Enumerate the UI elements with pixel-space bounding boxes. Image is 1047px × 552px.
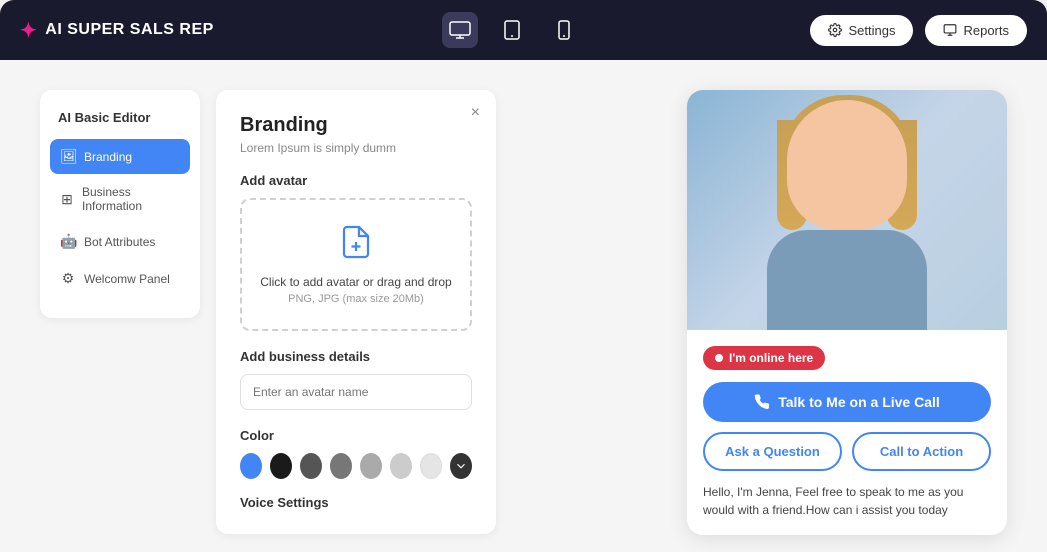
chat-preview: I'm online here Talk to Me on a Live Cal… xyxy=(687,90,1007,535)
chat-bottom: I'm online here Talk to Me on a Live Cal… xyxy=(687,330,1007,535)
close-button[interactable]: × xyxy=(471,104,480,122)
bot-icon: 🤖 xyxy=(60,233,76,250)
sidebar-item-bot-attributes[interactable]: 🤖 Bot Attributes xyxy=(50,224,190,259)
color-swatch-black[interactable] xyxy=(270,453,292,479)
avatar-upload-area[interactable]: Click to add avatar or drag and drop PNG… xyxy=(240,198,472,331)
color-swatch-blue[interactable] xyxy=(240,453,262,479)
avatar-name-input[interactable] xyxy=(240,374,472,410)
call-to-action-button[interactable]: Call to Action xyxy=(852,432,991,471)
chat-avatar-area xyxy=(687,90,1007,330)
mobile-icon[interactable] xyxy=(546,12,582,48)
voice-settings-label: Voice Settings xyxy=(240,495,472,510)
sidebar-item-branding[interactable]: 🖼 Branding xyxy=(50,139,190,174)
main-content: AI Basic Editor 🖼 Branding ⊞ Business In… xyxy=(0,60,1047,552)
sidebar-item-label: Branding xyxy=(84,150,132,164)
editor-title: Branding xyxy=(240,114,472,137)
brand: ✦ AI SUPER SALS REP xyxy=(20,18,214,43)
live-call-button[interactable]: Talk to Me on a Live Call xyxy=(703,382,991,422)
chat-greeting: Hello, I'm Jenna, Feel free to speak to … xyxy=(703,483,991,519)
live-call-label: Talk to Me on a Live Call xyxy=(778,394,940,410)
color-label: Color xyxy=(240,428,472,443)
tablet-icon[interactable] xyxy=(494,12,530,48)
sidebar-title: AI Basic Editor xyxy=(50,110,190,139)
sidebar-item-label: Welcomw Panel xyxy=(84,272,170,286)
chat-card: I'm online here Talk to Me on a Live Cal… xyxy=(687,90,1007,535)
editor-panel: × Branding Lorem Ipsum is simply dumm Ad… xyxy=(216,90,496,534)
color-swatch-darkgray[interactable] xyxy=(300,453,322,479)
color-swatch-medgray[interactable] xyxy=(330,453,352,479)
color-swatch-gray[interactable] xyxy=(360,453,382,479)
ask-question-button[interactable]: Ask a Question xyxy=(703,432,842,471)
online-dot xyxy=(715,354,723,362)
editor-subtitle: Lorem Ipsum is simply dumm xyxy=(240,141,472,155)
avatar-figure xyxy=(747,90,947,330)
color-swatch-lightgray[interactable] xyxy=(390,453,412,479)
brand-icon: ✦ xyxy=(20,18,37,43)
device-switcher xyxy=(442,12,582,48)
brand-text: AI SUPER SALS REP xyxy=(45,21,214,39)
color-section: Color xyxy=(240,428,472,479)
left-panel: AI Basic Editor 🖼 Branding ⊞ Business In… xyxy=(40,90,647,534)
upload-hint: PNG, JPG (max size 20Mb) xyxy=(258,293,454,305)
online-text: I'm online here xyxy=(729,351,813,365)
sidebar-item-label: Business Information xyxy=(82,185,180,213)
avatar-head xyxy=(787,100,907,230)
business-section-label: Add business details xyxy=(240,349,472,364)
navbar-actions: Settings Reports xyxy=(810,15,1027,46)
settings-button[interactable]: Settings xyxy=(810,15,913,46)
action-buttons: Ask a Question Call to Action xyxy=(703,432,991,471)
avatar-section-label: Add avatar xyxy=(240,173,472,188)
avatar-body xyxy=(767,230,927,330)
settings-label: Settings xyxy=(848,23,895,38)
call-to-action-label: Call to Action xyxy=(880,444,963,459)
sidebar-item-business-info[interactable]: ⊞ Business Information xyxy=(50,176,190,222)
upload-text: Click to add avatar or drag and drop xyxy=(258,275,454,289)
ask-question-label: Ask a Question xyxy=(725,444,820,459)
sidebar-item-welcome-panel[interactable]: ⚙ Welcomw Panel xyxy=(50,261,190,296)
business-icon: ⊞ xyxy=(60,191,74,208)
welcome-icon: ⚙ xyxy=(60,270,76,287)
navbar: ✦ AI SUPER SALS REP Settings Reports xyxy=(0,0,1047,60)
branding-icon: 🖼 xyxy=(60,148,76,165)
sidebar: AI Basic Editor 🖼 Branding ⊞ Business In… xyxy=(40,90,200,318)
reports-label: Reports xyxy=(963,23,1009,38)
desktop-icon[interactable] xyxy=(442,12,478,48)
online-badge: I'm online here xyxy=(703,346,825,370)
sidebar-item-label: Bot Attributes xyxy=(84,235,155,249)
reports-button[interactable]: Reports xyxy=(925,15,1027,46)
color-more-button[interactable] xyxy=(450,453,472,479)
upload-icon xyxy=(258,224,454,267)
color-swatch-verylightgray[interactable] xyxy=(420,453,442,479)
color-swatches xyxy=(240,453,472,479)
